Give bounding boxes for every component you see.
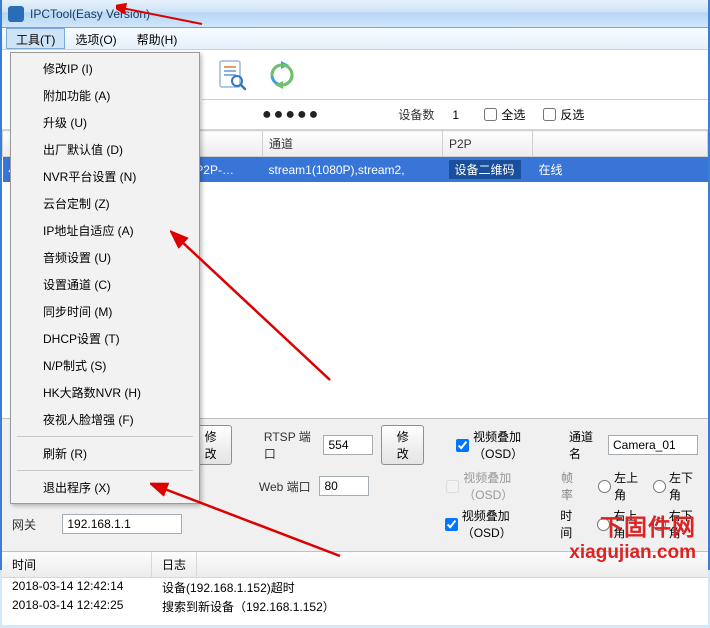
rtsp-modify-button[interactable]: 修改 xyxy=(381,425,424,465)
dd-hk-nvr[interactable]: HK大路数NVR (H) xyxy=(13,379,197,406)
document-search-icon xyxy=(218,59,246,91)
dd-ip-adapt[interactable]: IP地址自适应 (A) xyxy=(13,217,197,244)
dd-sync-time[interactable]: 同步时间 (M) xyxy=(13,298,197,325)
toolbar-search-button[interactable] xyxy=(212,55,252,95)
web-port-field[interactable] xyxy=(319,476,369,496)
log-row[interactable]: 2018-03-14 12:42:25搜索到新设备（192.168.1.152） xyxy=(2,597,708,616)
select-all-checkbox[interactable]: 全选 xyxy=(484,106,525,123)
time-label: 时间 xyxy=(560,507,581,541)
tools-dropdown: 修改IP (I) 附加功能 (A) 升级 (U) 出厂默认值 (D) NVR平台… xyxy=(10,52,200,504)
p2p-qrcode-badge[interactable]: 设备二维码 xyxy=(449,160,521,179)
menubar: 工具(T) 选项(O) 帮助(H) xyxy=(2,28,708,50)
channel-name-field[interactable] xyxy=(608,435,698,455)
gateway-field[interactable] xyxy=(62,514,182,534)
col-header-p2p[interactable]: P2P xyxy=(443,131,533,157)
osd-channel-checkbox[interactable]: 视频叠加（OSD） xyxy=(456,428,555,462)
log-header-msg[interactable]: 日志 xyxy=(152,552,197,577)
dd-audio[interactable]: 音频设置 (U) xyxy=(13,244,197,271)
password-dots: ●●●●● xyxy=(262,106,320,124)
dd-factory[interactable]: 出厂默认值 (D) xyxy=(13,136,197,163)
refresh-icon xyxy=(267,60,297,90)
toolbar-refresh-button[interactable] xyxy=(262,55,302,95)
fps-label: 帧率 xyxy=(561,469,582,503)
dd-night-face[interactable]: 夜视人脸增强 (F) xyxy=(13,406,197,433)
dd-modify-ip[interactable]: 修改IP (I) xyxy=(13,55,197,82)
dd-np[interactable]: N/P制式 (S) xyxy=(13,352,197,379)
dd-nvr[interactable]: NVR平台设置 (N) xyxy=(13,163,197,190)
col-header-channel[interactable]: 通道 xyxy=(263,131,443,157)
device-count-label: 设备数 xyxy=(398,106,434,123)
menu-help[interactable]: 帮助(H) xyxy=(127,28,188,49)
dd-separator xyxy=(17,470,193,471)
dd-exit[interactable]: 退出程序 (X) xyxy=(13,474,197,501)
rtsp-port-field[interactable] xyxy=(323,435,373,455)
chan-name-label: 通道名 xyxy=(569,428,600,462)
dd-extra[interactable]: 附加功能 (A) xyxy=(13,82,197,109)
dd-refresh[interactable]: 刷新 (R) xyxy=(13,440,197,467)
rtsp-port-label: RTSP 端口 xyxy=(264,428,316,462)
fps-position-radios[interactable]: 左上角 左下角 xyxy=(598,469,698,503)
web-port-label: Web 端口 xyxy=(259,478,312,495)
device-count-value: 1 xyxy=(452,108,466,122)
log-header-time[interactable]: 时间 xyxy=(2,552,152,577)
log-area: 时间 日志 2018-03-14 12:42:14设备(192.168.1.15… xyxy=(2,551,708,625)
titlebar: IPCTool(Easy Version) xyxy=(2,0,708,28)
gateway-label: 网关 xyxy=(12,516,54,533)
dd-separator xyxy=(17,436,193,437)
dd-dhcp[interactable]: DHCP设置 (T) xyxy=(13,325,197,352)
invert-selection-checkbox[interactable]: 反选 xyxy=(543,106,584,123)
app-icon xyxy=(8,6,24,22)
menu-options[interactable]: 选项(O) xyxy=(65,28,126,49)
menu-tools[interactable]: 工具(T) xyxy=(6,28,65,49)
window-title: IPCTool(Easy Version) xyxy=(30,7,150,21)
dd-upgrade[interactable]: 升级 (U) xyxy=(13,109,197,136)
dd-channel[interactable]: 设置通道 (C) xyxy=(13,271,197,298)
log-row[interactable]: 2018-03-14 12:42:14设备(192.168.1.152)超时 xyxy=(2,578,708,597)
osd-time-checkbox[interactable]: 视频叠加（OSD） xyxy=(445,507,546,541)
col-header-status[interactable] xyxy=(533,131,708,157)
dd-ptz[interactable]: 云台定制 (Z) xyxy=(13,190,197,217)
time-position-radios[interactable]: 右上角 右下角 xyxy=(597,507,698,541)
osd-fps-checkbox: 视频叠加（OSD） xyxy=(446,469,547,503)
toolbar xyxy=(202,50,708,100)
